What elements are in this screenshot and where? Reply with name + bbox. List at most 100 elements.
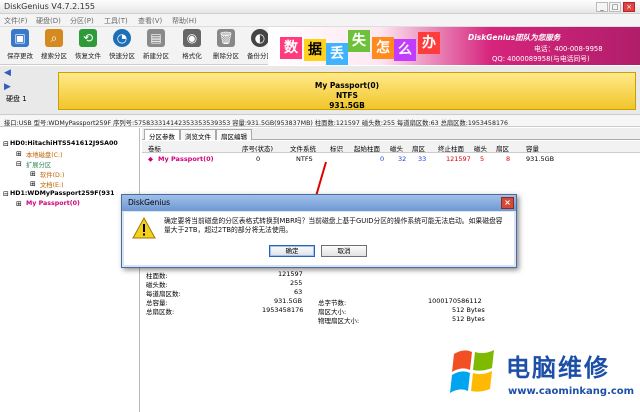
tree-item-hd0[interactable]: HD0:HitachiHTS541612J9SA00 <box>10 140 118 147</box>
stat-value: 255 <box>290 279 303 287</box>
banner-char: 怎 <box>372 37 394 59</box>
warning-icon <box>132 217 156 239</box>
banner-char: 办 <box>418 32 440 54</box>
cell-end-head: 5 <box>480 155 485 163</box>
next-disk-arrow[interactable]: ▶ <box>4 82 11 92</box>
table-row[interactable]: ◆ My Passport(0) 0 NTFS 0 32 33 121597 5… <box>142 154 640 165</box>
save-icon: ▣ <box>11 29 29 47</box>
partition-name: My Passport(0) <box>314 81 380 90</box>
tree-item-c[interactable]: 本地磁盘(C:) <box>26 150 63 159</box>
delete-icon: 🗑 <box>217 29 235 47</box>
col-header: 容量 <box>526 145 539 153</box>
disk-label: 硬盘 1 <box>6 95 27 103</box>
cell-start-sector: 33 <box>418 155 427 163</box>
tree-item-d[interactable]: 软件(D:) <box>40 170 64 179</box>
tree-expand-icon[interactable]: ⊟ <box>3 140 9 148</box>
new-partition-icon: ▤ <box>147 29 165 47</box>
cancel-button[interactable]: 取消 <box>321 245 367 257</box>
partition-table-header: 卷标 序号(状态) 文件系统 标识 起始柱面 磁头 扇区 终止柱面 磁头 扇区 … <box>142 141 640 153</box>
new-partition-button[interactable]: ▤ 新建分区 <box>136 29 176 63</box>
disk-tree: ⊟ HD0:HitachiHTS541612J9SA00 ⊞ 本地磁盘(C:) … <box>0 128 140 412</box>
menu-bar: 文件(F) 硬盘(D) 分区(P) 工具(T) 查看(V) 帮助(H) <box>0 14 640 27</box>
site-watermark: 电脑维修 www.caominkang.com <box>448 342 638 410</box>
cell-start-head: 32 <box>398 155 407 163</box>
tab-sector-edit[interactable]: 扇区编辑 <box>216 129 252 141</box>
banner-char: 失 <box>348 30 370 52</box>
dialog-close-button[interactable]: × <box>501 197 514 209</box>
menu-tools[interactable]: 工具(T) <box>104 16 128 26</box>
dialog-title-bar: DiskGenius <box>122 195 516 211</box>
stat-value: 121597 <box>278 270 303 278</box>
dialog-title: DiskGenius <box>128 198 171 207</box>
ad-banner[interactable]: 数 据 丢 失 怎 么 办 DiskGenius团队为您服务 电话：400-00… <box>268 27 640 65</box>
col-header: 磁头 <box>474 145 487 153</box>
menu-view[interactable]: 查看(V) <box>138 16 162 26</box>
cell-index: 0 <box>256 155 261 163</box>
title-bar: DiskGenius V4.7.2.155 _ □ × <box>0 0 640 14</box>
tree-expand-icon[interactable]: ⊞ <box>16 200 22 208</box>
search-icon: ⌕ <box>45 29 63 47</box>
row-icon: ◆ <box>148 155 153 163</box>
banner-phone: 电话：400-008-9958 <box>534 45 603 53</box>
recover-icon: ⟲ <box>79 29 97 47</box>
banner-char: 数 <box>280 37 302 59</box>
banner-char: 据 <box>304 39 326 61</box>
menu-disk[interactable]: 硬盘(D) <box>36 16 61 26</box>
menu-help[interactable]: 帮助(H) <box>172 16 197 26</box>
stat-value: 931.5GB <box>274 297 303 305</box>
tree-item-my-passport[interactable]: My Passport(0) <box>26 200 80 207</box>
tree-item-extended[interactable]: 扩展分区 <box>26 160 51 169</box>
banner-qq: QQ: 4000089958(与电话同号) <box>492 55 590 63</box>
tree-expand-icon[interactable]: ⊞ <box>30 170 36 178</box>
banner-brand: DiskGenius团队为您服务 <box>468 33 561 42</box>
col-header: 扇区 <box>496 145 509 153</box>
tree-expand-icon[interactable]: ⊟ <box>3 190 9 198</box>
watermark-url: www.caominkang.com <box>508 386 635 397</box>
col-header: 序号(状态) <box>242 145 274 153</box>
tree-expand-icon[interactable]: ⊞ <box>30 180 36 188</box>
disk-info-bar: 接口:USB 型号:WDMyPassport259F 序列号:575833314… <box>0 114 640 127</box>
tree-expand-icon[interactable]: ⊞ <box>16 150 22 158</box>
dialog-body: 确定要将当前磁盘的分区表格式转换到MBR吗？当前磁盘上基于GUID分区的操作系统… <box>124 212 514 265</box>
tab-partition-params[interactable]: 分区参数 <box>144 129 180 141</box>
tab-bar: 分区参数 浏览文件 扇区编辑 <box>142 128 640 141</box>
partition-bar[interactable]: My Passport(0) NTFS 931.5GB <box>58 72 636 110</box>
tree-expand-icon[interactable]: ⊟ <box>16 160 22 168</box>
dialog-message: 确定要将当前磁盘的分区表格式转换到MBR吗？当前磁盘上基于GUID分区的操作系统… <box>164 217 503 234</box>
watermark-title: 电脑维修 <box>506 354 610 382</box>
stat-value: 512 Bytes <box>452 315 485 323</box>
col-header: 起始柱面 <box>354 145 380 153</box>
stat-value: 1000170586112 <box>428 297 482 305</box>
cell-capacity: 931.5GB <box>526 155 555 163</box>
tree-item-hd1[interactable]: HD1:WDMyPassport259F(931 <box>10 190 115 197</box>
format-icon: ◉ <box>183 29 201 47</box>
partition-fs: NTFS <box>336 91 358 100</box>
windows-logo-icon <box>450 350 494 393</box>
menu-partition[interactable]: 分区(P) <box>70 16 94 26</box>
toolbar-label: 新建分区 <box>143 52 169 60</box>
ok-button[interactable]: 确定 <box>269 245 315 257</box>
col-header: 扇区 <box>412 145 425 153</box>
stat-value: 512 Bytes <box>452 306 485 314</box>
banner-char: 么 <box>394 39 416 61</box>
maximize-button[interactable]: □ <box>609 2 621 12</box>
window-title: DiskGenius V4.7.2.155 <box>4 2 96 11</box>
partition-size: 931.5GB <box>329 101 365 110</box>
tab-browse-files[interactable]: 浏览文件 <box>180 129 216 141</box>
backup-icon: ◐ <box>251 29 269 47</box>
cell-end-cyl: 121597 <box>446 155 471 163</box>
stat-key: 总扇区数: <box>146 308 175 316</box>
prev-disk-arrow[interactable]: ◀ <box>4 68 11 78</box>
stat-value: 1953458176 <box>262 306 304 314</box>
minimize-button[interactable]: _ <box>596 2 608 12</box>
menu-file[interactable]: 文件(F) <box>4 16 28 26</box>
col-header: 终止柱面 <box>438 145 464 153</box>
col-header: 卷标 <box>148 145 161 153</box>
cell-end-sector: 8 <box>506 155 511 163</box>
col-header: 文件系统 <box>290 145 316 153</box>
stat-key: 物理扇区大小: <box>318 317 360 325</box>
confirm-dialog: DiskGenius × 确定要将当前磁盘的分区表格式转换到MBR吗？当前磁盘上… <box>121 194 517 268</box>
close-button[interactable]: × <box>623 2 635 12</box>
col-header: 标识 <box>330 145 343 153</box>
tree-item-e[interactable]: 文档(E:) <box>40 180 64 189</box>
